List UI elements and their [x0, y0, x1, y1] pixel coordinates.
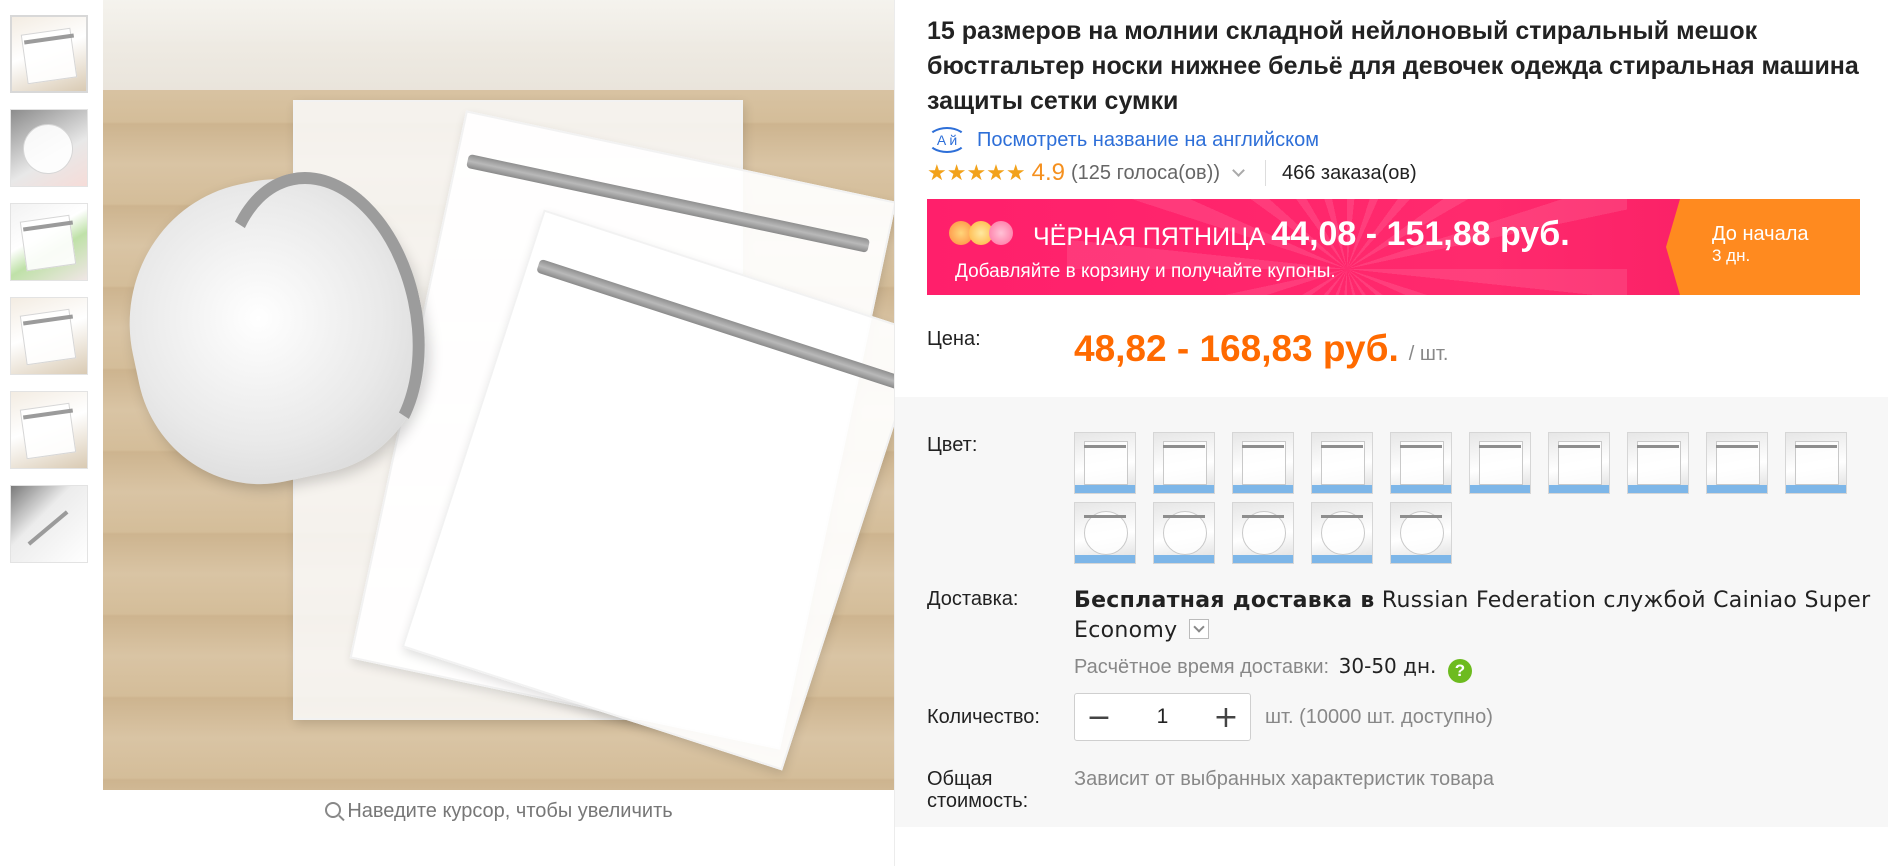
availability-text: шт. (10000 шт. доступно) — [1265, 705, 1493, 728]
quantity-row: Количество: − + шт. (10000 шт. доступно) — [927, 693, 1493, 741]
product-title: 15 размеров на молнии складной нейлоновы… — [927, 17, 1859, 115]
thumbnail-6[interactable] — [10, 485, 88, 563]
zoom-hint: Наведите курсор, чтобы увеличить — [103, 800, 895, 823]
price-value: 48,82 - 168,83 руб. — [1074, 328, 1399, 369]
total-value: Зависит от выбранных характеристик товар… — [1074, 768, 1494, 790]
star-rating-icon: ★★★★★ — [927, 160, 1026, 185]
total-label: Общая стоимость: — [927, 768, 1074, 812]
product-info: 15 размеров на молнии складной нейлоновы… — [927, 14, 1867, 295]
color-swatch[interactable] — [1785, 432, 1847, 494]
banner-balls-icon — [949, 221, 1013, 245]
promo-label: ЧЁРНАЯ ПЯТНИЦА — [1033, 223, 1266, 251]
promo-subtitle: Добавляйте в корзину и получайте купоны. — [955, 261, 1336, 282]
color-swatch[interactable] — [1548, 432, 1610, 494]
color-swatches — [1074, 432, 1847, 564]
decrement-button[interactable]: − — [1075, 694, 1123, 740]
color-swatch[interactable] — [1074, 502, 1136, 564]
price-row: Цена: 48,82 - 168,83 руб. / шт. — [927, 328, 1448, 370]
color-swatch[interactable] — [1627, 432, 1689, 494]
shipping-label: Доставка: — [927, 588, 1019, 610]
quantity-stepper: − + — [1074, 693, 1251, 741]
translate-link[interactable]: A й Посмотреть название на английском — [927, 127, 1867, 153]
rating-score: 4.9 — [1031, 159, 1065, 186]
color-swatch[interactable] — [1469, 432, 1531, 494]
color-swatch[interactable] — [1390, 502, 1452, 564]
chevron-down-icon[interactable] — [1232, 164, 1245, 177]
magnifier-icon — [325, 802, 342, 818]
color-swatch[interactable] — [1706, 432, 1768, 494]
estimate-label: Расчётное время доставки: — [1074, 656, 1330, 678]
estimate-value: 30-50 дн. — [1338, 654, 1437, 678]
total-row: Общая стоимость: Зависит от выбранных ха… — [927, 768, 1494, 812]
shipping-free-text: Бесплатная доставка в — [1074, 588, 1375, 613]
shipping-row: Доставка: Бесплатная доставка в Russian … — [927, 586, 1874, 683]
color-label: Цвет: — [927, 434, 978, 456]
shipping-info: Бесплатная доставка в Russian Federation… — [1074, 586, 1874, 683]
help-icon[interactable]: ? — [1447, 659, 1472, 683]
shipping-dropdown-icon[interactable] — [1188, 619, 1209, 639]
thumbnail-1[interactable] — [10, 15, 88, 93]
color-row: Цвет: — [927, 432, 1847, 564]
price-label: Цена: — [927, 328, 981, 350]
shipping-method: Бесплатная доставка в Russian Federation… — [1074, 586, 1874, 646]
delivery-estimate: Расчётное время доставки: 30-50 дн. ? — [1074, 654, 1874, 683]
color-swatch[interactable] — [1232, 502, 1294, 564]
color-swatch[interactable] — [1390, 432, 1452, 494]
rating-row: ★★★★★ 4.9 (125 голоса(ов)) 466 заказа(ов… — [927, 159, 1867, 187]
translate-icon: A й — [927, 127, 967, 153]
translate-link-text[interactable]: Посмотреть название на английском — [977, 129, 1319, 152]
color-swatch[interactable] — [1074, 432, 1136, 494]
color-swatch[interactable] — [1153, 502, 1215, 564]
promo-countdown: До начала 3 дн. — [1666, 199, 1860, 295]
zoom-hint-text: Наведите курсор, чтобы увеличить — [347, 800, 673, 822]
countdown-value: 3 дн. — [1712, 246, 1751, 265]
color-swatch[interactable] — [1232, 432, 1294, 494]
thumbnail-list — [10, 15, 88, 579]
countdown-label: До начала — [1712, 223, 1809, 245]
color-swatch[interactable] — [1153, 432, 1215, 494]
color-swatch[interactable] — [1311, 502, 1373, 564]
total-label-line1: Общая — [927, 768, 993, 790]
quantity-label: Количество: — [927, 705, 1040, 728]
thumbnail-4[interactable] — [10, 297, 88, 375]
promo-headline: ЧЁРНАЯ ПЯТНИЦА 44,08 - 151,88 руб. — [1033, 215, 1570, 254]
background-cloth — [103, 0, 895, 90]
thumbnail-5[interactable] — [10, 391, 88, 469]
thumbnail-3[interactable] — [10, 203, 88, 281]
quantity-input[interactable] — [1123, 694, 1202, 740]
price-unit: / шт. — [1408, 343, 1449, 365]
increment-button[interactable]: + — [1202, 694, 1250, 740]
total-label-line2: стоимость: — [927, 790, 1029, 812]
color-swatch[interactable] — [1311, 432, 1373, 494]
promo-price: 44,08 - 151,88 руб. — [1271, 215, 1570, 253]
votes-count[interactable]: (125 голоса(ов)) — [1071, 162, 1220, 185]
black-friday-banner[interactable]: ЧЁРНАЯ ПЯТНИЦА 44,08 - 151,88 руб. Добавл… — [927, 199, 1860, 295]
main-product-image[interactable] — [103, 0, 895, 790]
orders-count: 466 заказа(ов) — [1282, 161, 1417, 184]
separator — [1265, 160, 1266, 186]
thumbnail-2[interactable] — [10, 109, 88, 187]
